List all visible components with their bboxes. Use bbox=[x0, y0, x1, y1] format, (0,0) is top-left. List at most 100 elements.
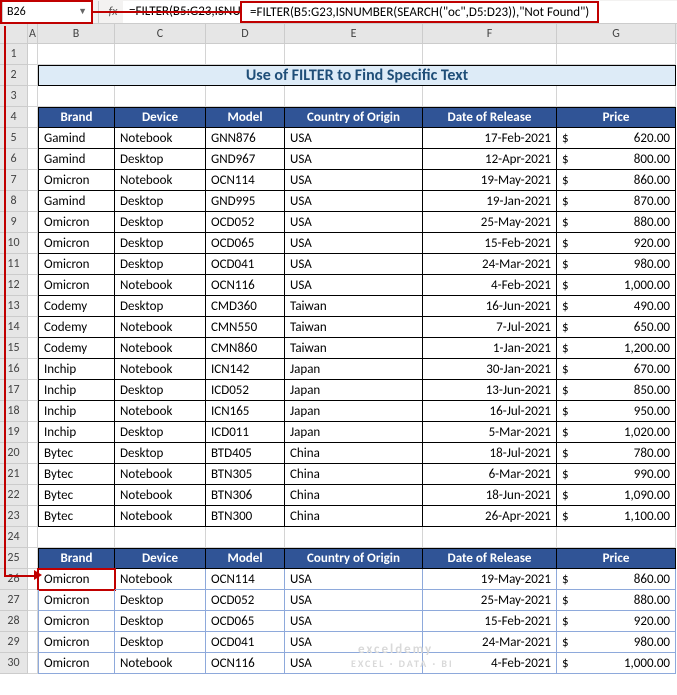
cell[interactable] bbox=[28, 170, 38, 191]
cell[interactable]: USA bbox=[285, 191, 423, 212]
cell[interactable]: 25-May-2021 bbox=[423, 590, 557, 611]
cell[interactable]: Japan bbox=[285, 401, 423, 422]
cell[interactable]: Omicron bbox=[38, 632, 115, 653]
cell[interactable]: USA bbox=[285, 212, 423, 233]
table-header[interactable]: Date of Release bbox=[423, 548, 557, 569]
cell[interactable]: $870.00 bbox=[557, 191, 676, 212]
cell[interactable]: USA bbox=[285, 233, 423, 254]
col-header[interactable]: C bbox=[115, 24, 206, 43]
cell[interactable]: Codemy bbox=[38, 296, 115, 317]
cell[interactable]: Notebook bbox=[115, 359, 206, 380]
cell[interactable] bbox=[28, 275, 38, 296]
cell[interactable] bbox=[28, 401, 38, 422]
cell[interactable] bbox=[28, 632, 38, 653]
cell[interactable]: 7-Jul-2021 bbox=[423, 317, 557, 338]
chevron-down-icon[interactable]: ▼ bbox=[78, 6, 87, 17]
cell[interactable]: Omicron bbox=[38, 212, 115, 233]
cell[interactable]: USA bbox=[285, 254, 423, 275]
cell[interactable] bbox=[28, 107, 38, 128]
cell[interactable]: BTD405 bbox=[206, 443, 285, 464]
col-header[interactable]: E bbox=[285, 24, 423, 43]
cell[interactable]: OCN116 bbox=[206, 653, 285, 674]
title-cell[interactable]: Use of FILTER to Find Specific Text bbox=[38, 65, 676, 86]
cell[interactable]: GND967 bbox=[206, 149, 285, 170]
row-header[interactable]: 3 bbox=[0, 86, 28, 107]
cell[interactable]: USA bbox=[285, 632, 423, 653]
row-header[interactable]: 30 bbox=[0, 653, 28, 674]
col-header[interactable]: G bbox=[557, 24, 676, 43]
table-header[interactable]: Price bbox=[557, 548, 676, 569]
cell[interactable]: BTN300 bbox=[206, 506, 285, 527]
cell[interactable]: 24-Mar-2021 bbox=[423, 254, 557, 275]
cell[interactable]: USA bbox=[285, 170, 423, 191]
cell[interactable] bbox=[28, 128, 38, 149]
cell[interactable]: OCD065 bbox=[206, 233, 285, 254]
row-header[interactable]: 7 bbox=[0, 170, 28, 191]
cell[interactable] bbox=[28, 380, 38, 401]
cell[interactable]: $880.00 bbox=[557, 590, 676, 611]
row-header[interactable]: 29 bbox=[0, 632, 28, 653]
cell[interactable]: Notebook bbox=[115, 275, 206, 296]
cell[interactable] bbox=[206, 44, 285, 65]
cell[interactable]: Desktop bbox=[115, 149, 206, 170]
cell[interactable]: Notebook bbox=[115, 128, 206, 149]
cell[interactable]: China bbox=[285, 443, 423, 464]
cell[interactable]: Desktop bbox=[115, 443, 206, 464]
cell[interactable]: USA bbox=[285, 569, 423, 590]
cell[interactable]: Taiwan bbox=[285, 338, 423, 359]
row-header[interactable]: 22 bbox=[0, 485, 28, 506]
cell[interactable]: Taiwan bbox=[285, 317, 423, 338]
table-header[interactable]: Date of Release bbox=[423, 107, 557, 128]
cell[interactable]: 26-Apr-2021 bbox=[423, 506, 557, 527]
cell[interactable] bbox=[28, 359, 38, 380]
cell[interactable]: Inchip bbox=[38, 422, 115, 443]
cell[interactable] bbox=[423, 527, 557, 548]
cell[interactable] bbox=[38, 527, 115, 548]
cell[interactable]: 18-Jun-2021 bbox=[423, 485, 557, 506]
cell[interactable] bbox=[28, 317, 38, 338]
table-header[interactable]: Brand bbox=[38, 548, 115, 569]
row-header[interactable]: 26 bbox=[0, 569, 28, 590]
cell[interactable]: $920.00 bbox=[557, 611, 676, 632]
cell[interactable] bbox=[206, 86, 285, 107]
cell[interactable]: Omicron bbox=[38, 254, 115, 275]
cell[interactable]: OCD041 bbox=[206, 254, 285, 275]
cell[interactable]: China bbox=[285, 464, 423, 485]
cell[interactable]: $1,000.00 bbox=[557, 275, 676, 296]
cell[interactable] bbox=[28, 653, 38, 674]
cell[interactable]: Desktop bbox=[115, 632, 206, 653]
cell[interactable] bbox=[38, 44, 115, 65]
cell[interactable]: $1,020.00 bbox=[557, 422, 676, 443]
row-header[interactable]: 14 bbox=[0, 317, 28, 338]
cell[interactable]: Inchip bbox=[38, 380, 115, 401]
row-header[interactable]: 25 bbox=[0, 548, 28, 569]
fx-icon[interactable]: fx bbox=[103, 2, 123, 22]
cell[interactable]: ICD052 bbox=[206, 380, 285, 401]
cell[interactable]: 1-Jan-2021 bbox=[423, 338, 557, 359]
cell[interactable]: ICN165 bbox=[206, 401, 285, 422]
cell[interactable]: $490.00 bbox=[557, 296, 676, 317]
cell[interactable] bbox=[28, 65, 38, 86]
cell[interactable]: 4-Feb-2021 bbox=[423, 653, 557, 674]
table-header[interactable]: Price bbox=[557, 107, 676, 128]
cell[interactable]: USA bbox=[285, 590, 423, 611]
table-header[interactable]: Model bbox=[206, 548, 285, 569]
cell[interactable]: $860.00 bbox=[557, 569, 676, 590]
row-header[interactable]: 16 bbox=[0, 359, 28, 380]
cell[interactable]: CMD360 bbox=[206, 296, 285, 317]
cell[interactable]: OCN114 bbox=[206, 170, 285, 191]
cell[interactable] bbox=[28, 86, 38, 107]
cell[interactable]: GND995 bbox=[206, 191, 285, 212]
cell[interactable] bbox=[28, 422, 38, 443]
row-header[interactable]: 19 bbox=[0, 422, 28, 443]
cell[interactable] bbox=[28, 506, 38, 527]
select-all-corner[interactable] bbox=[0, 24, 28, 43]
cell[interactable] bbox=[28, 338, 38, 359]
cell[interactable]: 30-Jan-2021 bbox=[423, 359, 557, 380]
cell[interactable]: $620.00 bbox=[557, 128, 676, 149]
cell[interactable]: USA bbox=[285, 275, 423, 296]
cell[interactable]: OCN116 bbox=[206, 275, 285, 296]
row-header[interactable]: 18 bbox=[0, 401, 28, 422]
cell[interactable]: $780.00 bbox=[557, 443, 676, 464]
row-header[interactable]: 8 bbox=[0, 191, 28, 212]
